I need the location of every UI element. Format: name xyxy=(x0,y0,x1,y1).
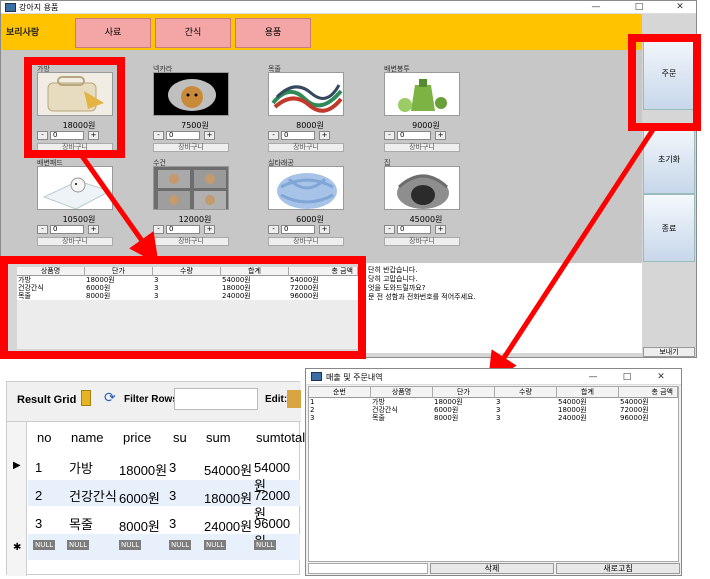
table-cell[interactable]: 8000원 xyxy=(119,516,160,535)
header-cell: 순번 xyxy=(309,387,371,398)
table-cell[interactable]: 3 xyxy=(169,516,176,531)
table-cell[interactable]: 18000원 xyxy=(204,488,252,507)
table-cell: 3 xyxy=(310,414,315,422)
column-header[interactable]: sumtotal xyxy=(256,430,305,445)
table-cell: 54000원 xyxy=(558,398,587,406)
filter-rows-label: Filter Rows: xyxy=(124,394,182,405)
column-header[interactable]: no xyxy=(37,430,51,445)
search-input[interactable] xyxy=(308,563,428,574)
table-cell[interactable]: 24000원 xyxy=(204,516,252,535)
table-cell: 3 xyxy=(496,398,501,406)
app-icon xyxy=(311,372,322,381)
column-header[interactable]: name xyxy=(71,430,104,445)
minimize-button[interactable]: — xyxy=(578,371,608,383)
result-grid-panel: Result Grid ⟳ Filter Rows: Edit: ▶ ✱ no … xyxy=(6,381,305,576)
edit-pencil-icon[interactable] xyxy=(287,390,301,408)
table-cell: 목줄 xyxy=(372,414,385,422)
column-header[interactable]: price xyxy=(123,430,151,445)
header-cell: 수량 xyxy=(495,387,557,398)
table-cell: 24000원 xyxy=(558,414,587,422)
table-row[interactable]: 2 건강간식 6000원 3 18000원 72000원 xyxy=(309,406,678,414)
table-cell[interactable]: 6000원 xyxy=(119,488,160,507)
edit-label: Edit: xyxy=(265,394,288,405)
table-cell: 96000원 xyxy=(620,414,649,422)
table-cell: 72000원 xyxy=(620,406,649,414)
table-cell[interactable]: 1 xyxy=(35,460,42,475)
arrow xyxy=(487,126,657,383)
header-cell: 합계 xyxy=(557,387,619,398)
grid-view-icon[interactable] xyxy=(81,390,91,406)
close-button[interactable]: ✕ xyxy=(646,371,676,383)
table-cell[interactable]: 가방 xyxy=(69,458,93,477)
null-cell[interactable]: NULL xyxy=(67,540,90,550)
column-header[interactable]: su xyxy=(173,430,187,445)
table-cell: 8000원 xyxy=(434,414,459,422)
table-row[interactable]: 1 가방 18000원 3 54000원 54000원 xyxy=(309,398,678,406)
table-row[interactable]: 3 목줄 8000원 3 24000원 96000원 xyxy=(309,414,678,422)
table-cell[interactable]: 2 xyxy=(35,488,42,503)
table-cell[interactable]: 목줄 xyxy=(69,514,93,533)
null-cell[interactable]: NULL xyxy=(119,540,142,550)
table-cell: 6000원 xyxy=(434,406,459,414)
table-cell: 1 xyxy=(310,398,315,406)
filter-input[interactable] xyxy=(174,388,258,410)
result-grid-label: Result Grid xyxy=(17,394,77,406)
new-row-marker-icon: ✱ xyxy=(13,542,22,553)
table-cell: 건강간식 xyxy=(372,406,398,414)
header-cell: 상품명 xyxy=(371,387,433,398)
table-cell: 2 xyxy=(310,406,315,414)
sales-table: 순번 상품명 단가 수량 합계 총 금액 1 가방 18000원 3 54000… xyxy=(308,386,679,562)
table-cell[interactable]: 54000원 xyxy=(204,460,252,479)
sales-window-title: 매출 및 주문내역 xyxy=(326,373,383,382)
arrow xyxy=(79,154,159,265)
table-cell: 3 xyxy=(496,414,501,422)
table-cell[interactable]: 3 xyxy=(35,516,42,531)
refresh-icon[interactable]: ⟳ xyxy=(104,389,120,407)
table-cell: 3 xyxy=(496,406,501,414)
table-cell[interactable]: 건강간식 xyxy=(69,486,117,505)
table-cell[interactable]: 18000원 xyxy=(119,460,167,479)
result-grid-toolbar: Result Grid ⟳ Filter Rows: Edit: xyxy=(7,382,301,422)
delete-button[interactable]: 삭제 xyxy=(430,563,554,574)
table-cell[interactable]: 3 xyxy=(169,460,176,475)
table-cell: 18000원 xyxy=(558,406,587,414)
header-cell: 총 금액 xyxy=(619,387,678,398)
table-cell: 가방 xyxy=(372,398,385,406)
sales-title-bar: 매출 및 주문내역 — □ ✕ xyxy=(306,369,681,385)
null-cell[interactable]: NULL xyxy=(33,540,56,550)
null-cell[interactable]: NULL xyxy=(169,540,192,550)
maximize-button[interactable]: □ xyxy=(612,371,642,383)
refresh-button[interactable]: 새로고침 xyxy=(556,563,680,574)
current-row-marker-icon: ▶ xyxy=(13,460,21,471)
header-cell: 단가 xyxy=(433,387,495,398)
column-header[interactable]: sum xyxy=(206,430,231,445)
table-cell: 18000원 xyxy=(434,398,463,406)
null-cell[interactable]: NULL xyxy=(254,540,277,550)
table-header: 순번 상품명 단가 수량 합계 총 금액 xyxy=(309,387,678,398)
null-cell[interactable]: NULL xyxy=(204,540,227,550)
table-cell: 54000원 xyxy=(620,398,649,406)
sales-window: 매출 및 주문내역 — □ ✕ 순번 상품명 단가 수량 합계 총 금액 1 가… xyxy=(305,368,682,576)
table-cell[interactable]: 3 xyxy=(169,488,176,503)
